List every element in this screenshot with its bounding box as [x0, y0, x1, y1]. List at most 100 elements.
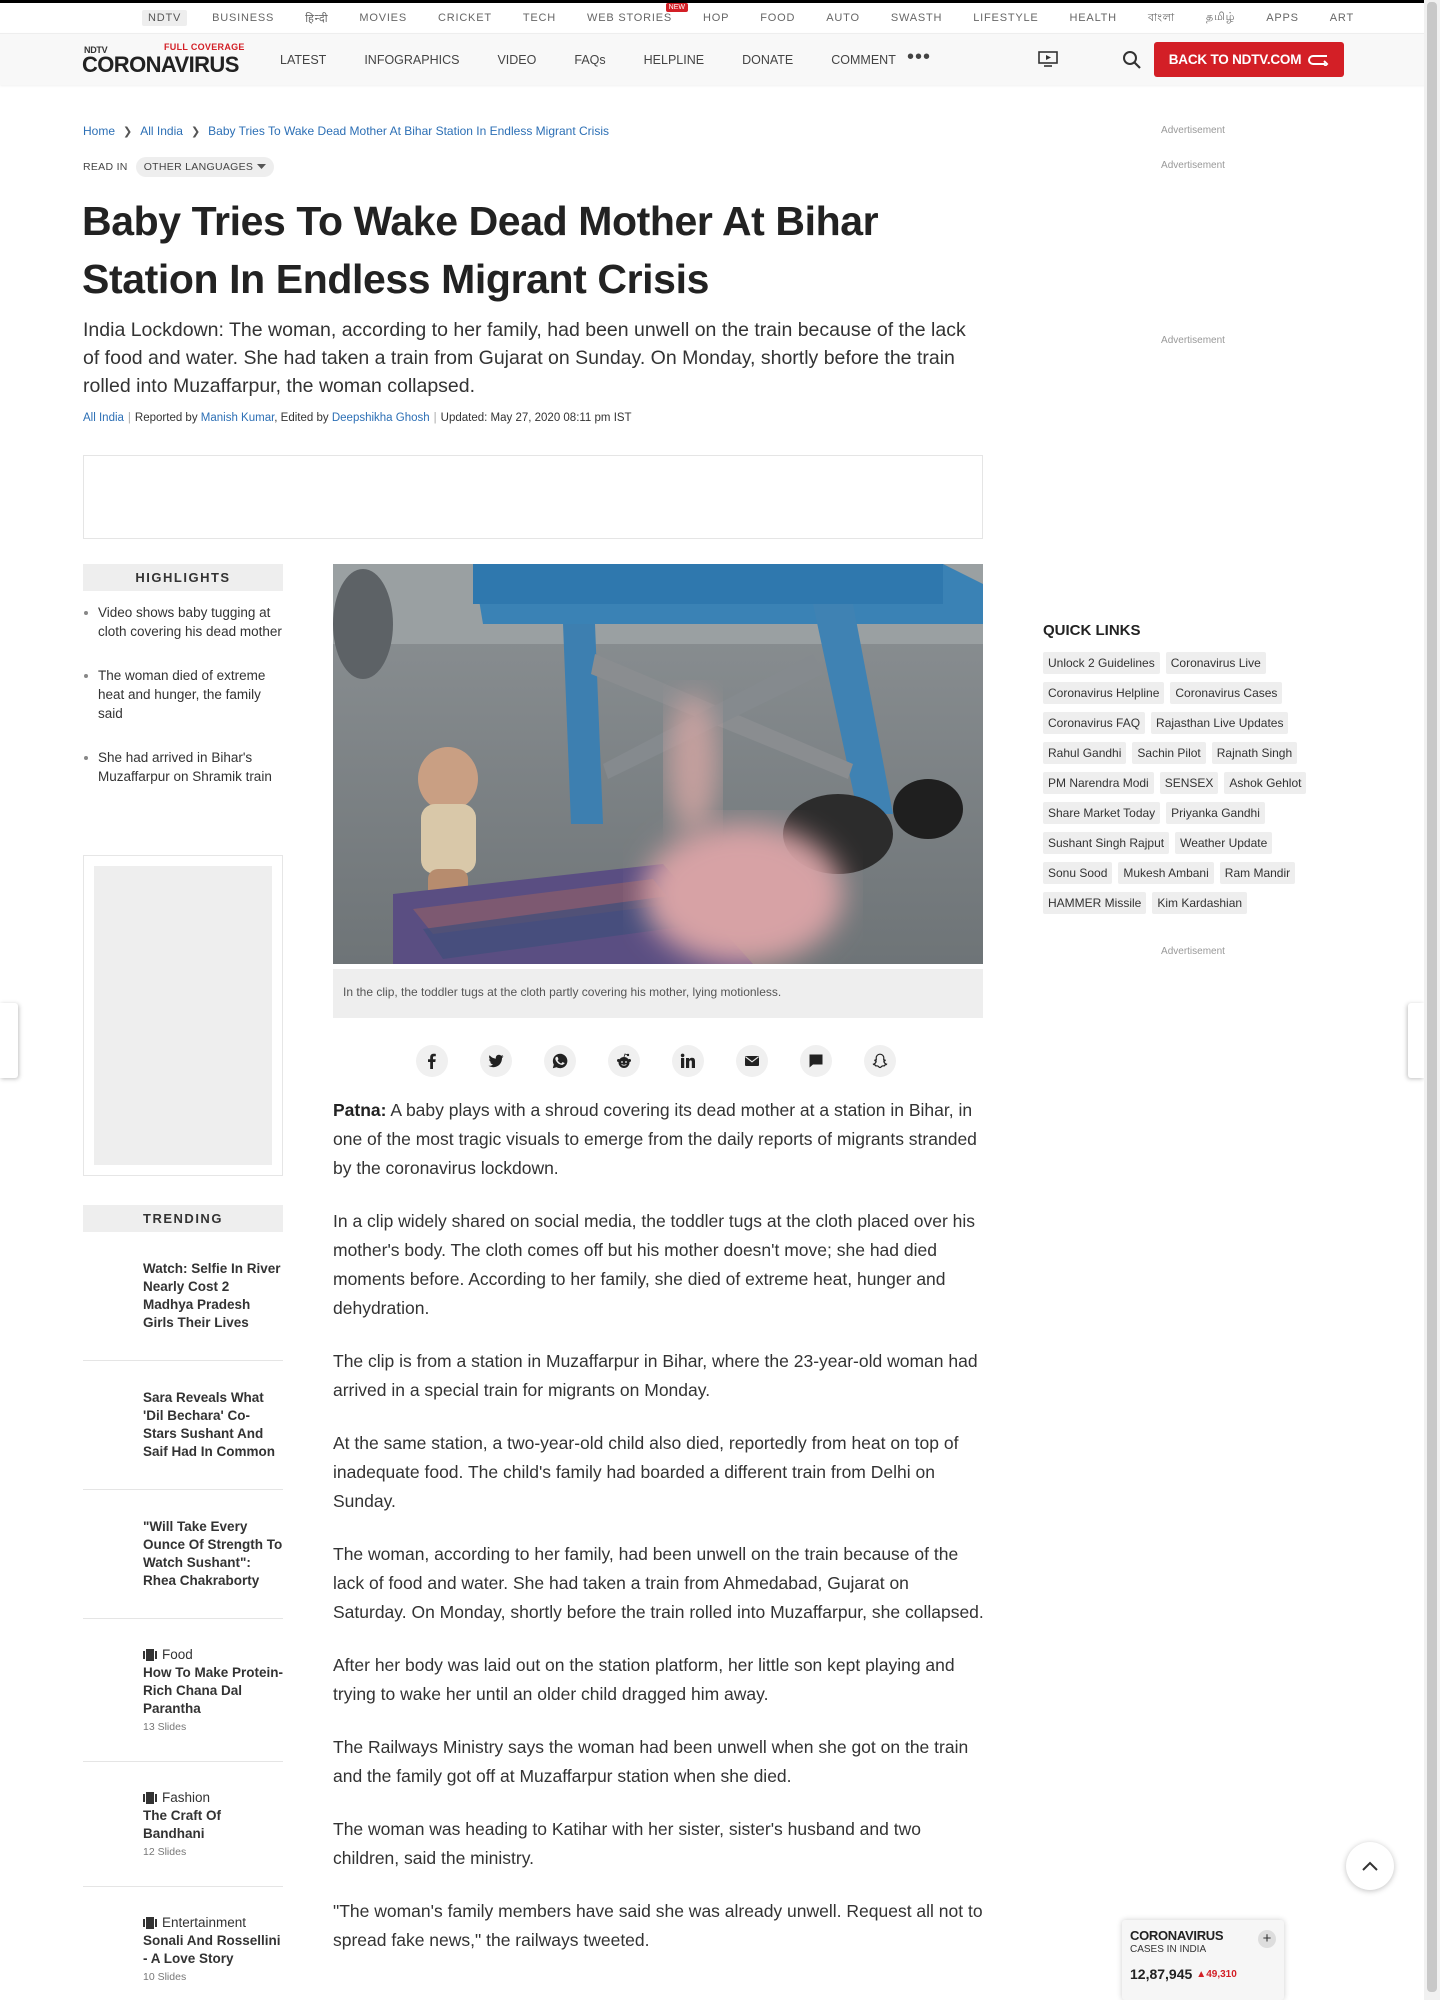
- quick-link[interactable]: Unlock 2 Guidelines: [1043, 652, 1160, 674]
- nav-infographics[interactable]: INFOGRAPHICS: [364, 53, 459, 67]
- quick-link[interactable]: Mukesh Ambani: [1118, 862, 1214, 884]
- share-email-button[interactable]: [736, 1045, 768, 1077]
- quick-link[interactable]: Share Market Today: [1043, 802, 1161, 824]
- new-badge: NEW: [665, 3, 689, 12]
- network-nav-tech[interactable]: TECH: [523, 12, 556, 24]
- share-bar: [416, 1045, 896, 1077]
- hero-image[interactable]: In the clip, the toddler tugs at the clo…: [333, 564, 983, 1018]
- byline-reporter[interactable]: Manish Kumar: [201, 412, 275, 424]
- quick-link[interactable]: Rajasthan Live Updates: [1151, 712, 1289, 734]
- scrollbar-thumb[interactable]: [1427, 2, 1437, 1992]
- network-nav-apps[interactable]: APPS: [1266, 12, 1299, 24]
- share-linkedin-button[interactable]: [672, 1045, 704, 1077]
- page-scrollbar[interactable]: [1424, 0, 1440, 2000]
- search-icon[interactable]: [1122, 50, 1142, 70]
- highlights-title: HIGHLIGHTS: [83, 564, 283, 591]
- gallery-icon: [143, 1916, 157, 1929]
- widget-subtitle: CASES IN INDIA: [1130, 1944, 1207, 1955]
- case-count: 12,87,945 ▲49,310: [1130, 1966, 1276, 1982]
- share-twitter-button[interactable]: [480, 1045, 512, 1077]
- hero-caption: In the clip, the toddler tugs at the clo…: [333, 969, 983, 1018]
- quick-link[interactable]: Sushant Singh Rajput: [1043, 832, 1170, 854]
- share-comment-button[interactable]: [800, 1045, 832, 1077]
- network-nav-web-stories[interactable]: WEB STORIES NEW: [587, 3, 689, 24]
- tv-icon[interactable]: [1038, 51, 1058, 67]
- network-nav-swasth[interactable]: SWASTH: [891, 12, 942, 24]
- right-edge-tab[interactable]: [1408, 1003, 1424, 1078]
- breadcrumb-current[interactable]: Baby Tries To Wake Dead Mother At Bihar …: [208, 124, 609, 138]
- back-to-ndtv-button[interactable]: BACK TO NDTV.COM: [1154, 42, 1344, 77]
- trending-item[interactable]: Entertainment Sonali And Rossellini - A …: [83, 1887, 283, 2000]
- trending-item[interactable]: Food How To Make Protein-Rich Chana Dal …: [83, 1619, 283, 1762]
- network-nav-hindi[interactable]: हिन्दी: [305, 11, 328, 26]
- quick-link[interactable]: PM Narendra Modi: [1043, 772, 1154, 794]
- quick-link[interactable]: Ram Mandir: [1219, 862, 1296, 884]
- trending-item[interactable]: Watch: Selfie In River Nearly Cost 2 Mad…: [83, 1232, 283, 1361]
- network-nav-cricket[interactable]: CRICKET: [438, 12, 492, 24]
- expand-widget-button[interactable]: +: [1258, 1930, 1276, 1948]
- left-edge-tab[interactable]: [0, 1003, 18, 1078]
- network-nav-lifestyle[interactable]: LIFESTYLE: [973, 12, 1038, 24]
- network-nav-tamil[interactable]: தமிழ்: [1206, 11, 1235, 25]
- share-reddit-button[interactable]: [608, 1045, 640, 1077]
- quick-link[interactable]: Weather Update: [1175, 832, 1273, 854]
- more-menu-icon[interactable]: •••: [907, 47, 931, 67]
- nav-latest[interactable]: LATEST: [280, 53, 326, 67]
- caret-down-icon: [257, 164, 267, 169]
- quick-link[interactable]: Sachin Pilot: [1132, 742, 1206, 764]
- quick-link[interactable]: Coronavirus Cases: [1170, 682, 1283, 704]
- quick-link[interactable]: Coronavirus Live: [1165, 652, 1266, 674]
- trending-item-title: Sonali And Rossellini - A Love Story: [143, 1933, 281, 1966]
- network-nav-business[interactable]: BUSINESS: [212, 12, 274, 24]
- trending-item[interactable]: Sara Reveals What 'Dil Bechara' Co-Stars…: [83, 1361, 283, 1490]
- share-whatsapp-button[interactable]: [544, 1045, 576, 1077]
- network-nav-movies[interactable]: MOVIES: [359, 12, 407, 24]
- coronavirus-cases-widget[interactable]: CORONAVIRUS CASES IN INDIA 12,87,945 ▲49…: [1122, 1920, 1284, 2000]
- network-nav-hop[interactable]: HOP: [703, 12, 729, 24]
- widget-title: CORONAVIRUS: [1130, 1928, 1224, 1943]
- paragraph-text: A baby plays with a shroud covering its …: [333, 1100, 977, 1178]
- quick-link[interactable]: SENSEX: [1159, 772, 1219, 794]
- network-nav-health[interactable]: HEALTH: [1070, 12, 1117, 24]
- quick-link[interactable]: Rajnath Singh: [1211, 742, 1298, 764]
- gallery-icon: [143, 1791, 157, 1804]
- quick-link[interactable]: Ashok Gehlot: [1224, 772, 1307, 794]
- scroll-to-top-button[interactable]: [1346, 1842, 1394, 1890]
- nav-comment[interactable]: COMMENT: [831, 53, 896, 67]
- trending-category-label: Entertainment: [162, 1915, 247, 1930]
- trending-item[interactable]: Fashion The Craft Of Bandhani 12 Slides: [83, 1762, 283, 1887]
- quick-link[interactable]: Kim Kardashian: [1152, 892, 1248, 914]
- nav-faqs[interactable]: FAQs: [574, 53, 605, 67]
- byline-section[interactable]: All India: [83, 412, 124, 424]
- coronavirus-logo[interactable]: NDTV FULL COVERAGE CORONAVIRUS: [82, 40, 252, 80]
- comment-icon: [809, 1054, 823, 1068]
- share-snapchat-button[interactable]: [864, 1045, 896, 1077]
- network-nav: NDTV BUSINESS हिन्दी MOVIES CRICKET TECH…: [0, 3, 1440, 33]
- network-nav-food[interactable]: FOOD: [760, 12, 795, 24]
- ad-slot-top: [83, 455, 983, 539]
- article-paragraph: "The woman's family members have said sh…: [333, 1901, 983, 1950]
- share-facebook-button[interactable]: [416, 1045, 448, 1077]
- network-nav-bangla[interactable]: বাংলা: [1148, 9, 1175, 28]
- quick-link[interactable]: HAMMER Missile: [1043, 892, 1147, 914]
- quick-link[interactable]: Priyanka Gandhi: [1166, 802, 1265, 824]
- quick-link[interactable]: Rahul Gandhi: [1043, 742, 1127, 764]
- network-nav-ndtv[interactable]: NDTV: [142, 10, 188, 26]
- quick-link[interactable]: Coronavirus FAQ: [1043, 712, 1146, 734]
- network-nav-art[interactable]: ART: [1330, 12, 1354, 24]
- trending-item[interactable]: "Will Take Every Ounce Of Strength To Wa…: [83, 1490, 283, 1619]
- network-nav-auto[interactable]: AUTO: [826, 12, 860, 24]
- whatsapp-icon: [552, 1053, 568, 1069]
- breadcrumb-all-india[interactable]: All India: [140, 124, 183, 138]
- email-icon: [745, 1056, 759, 1066]
- quick-link[interactable]: Sonu Sood: [1043, 862, 1113, 884]
- trending-item-category: Entertainment: [143, 1915, 283, 1930]
- quick-link[interactable]: Coronavirus Helpline: [1043, 682, 1165, 704]
- nav-video[interactable]: VIDEO: [497, 53, 536, 67]
- nav-donate[interactable]: DONATE: [742, 53, 793, 67]
- byline-editor[interactable]: Deepshikha Ghosh: [332, 412, 430, 424]
- other-languages-button[interactable]: OTHER LANGUAGES: [135, 157, 275, 177]
- breadcrumb-home[interactable]: Home: [83, 124, 115, 138]
- nav-helpline[interactable]: HELPLINE: [644, 53, 704, 67]
- logo-full-coverage: FULL COVERAGE: [164, 42, 245, 52]
